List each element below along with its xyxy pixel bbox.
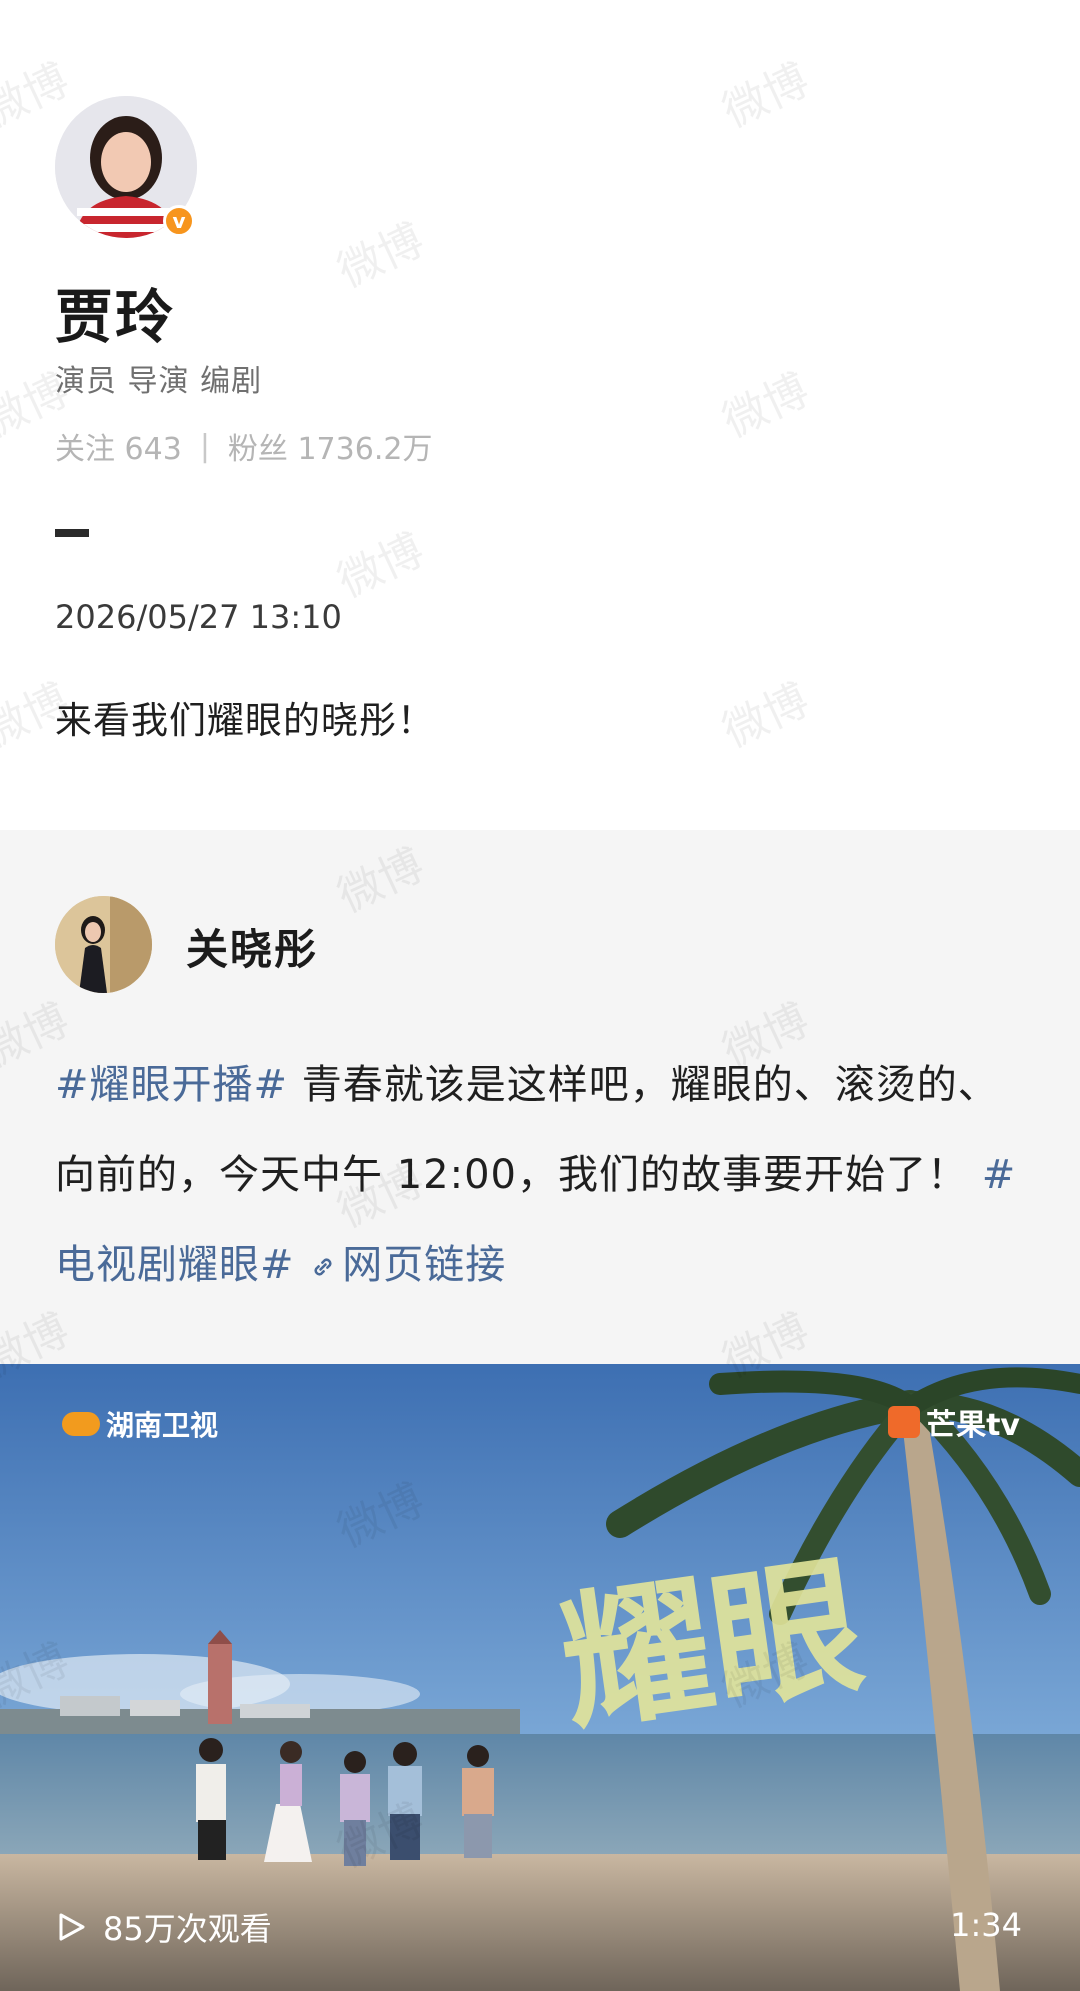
- mango-tv-logo-icon: [888, 1406, 921, 1438]
- watermark: 微博: [0, 54, 77, 138]
- video-views: 85万次观看: [103, 1910, 272, 1948]
- followers-label: 粉丝: [227, 432, 288, 467]
- followers-count: 1736.2万: [297, 432, 433, 467]
- hunan-tv-logo-text: 湖南卫视: [106, 1409, 219, 1442]
- video-duration: 1:34: [950, 1906, 1022, 1944]
- following-label: 关注: [55, 432, 115, 467]
- post-text: 来看我们耀眼的晓彤！: [55, 699, 435, 742]
- watermark: 微博: [715, 364, 817, 448]
- play-icon[interactable]: [55, 1911, 87, 1943]
- web-link[interactable]: 网页链接: [308, 1242, 506, 1288]
- watermark: 微博: [715, 674, 817, 758]
- video-title-art: 耀眼: [551, 1538, 873, 1753]
- watermark: 微博: [330, 524, 432, 608]
- hunan-tv-logo: 湖南卫视: [62, 1404, 218, 1444]
- video-player[interactable]: 耀眼 湖南卫视 芒果tv 85万次观看 1:34: [0, 1364, 1080, 1991]
- repost-body: #耀眼开播# 青春就该是这样吧，耀眼的、滚烫的、向前的，今天中午 12:00，我…: [55, 1040, 1030, 1310]
- mango-tv-logo-text: 芒果tv: [926, 1408, 1020, 1443]
- following-count: 643: [124, 432, 182, 467]
- post-timestamp: 2026/05/27 13:10: [55, 598, 342, 636]
- profile-name[interactable]: 贾玲: [55, 270, 175, 354]
- repost-card[interactable]: 关晓彤 #耀眼开播# 青春就该是这样吧，耀眼的、滚烫的、向前的，今天中午 12:…: [0, 830, 1080, 1991]
- section-divider-mark: [55, 529, 89, 537]
- watermark: 微博: [330, 214, 432, 298]
- repost-author-avatar[interactable]: [55, 896, 152, 993]
- topic-link-1[interactable]: #耀眼开播#: [55, 1062, 288, 1108]
- hunan-tv-logo-icon: [62, 1412, 100, 1436]
- repost-avatar-image: [55, 896, 152, 993]
- mango-tv-logo: 芒果tv: [888, 1400, 1020, 1444]
- video-thumbnail: [0, 1364, 1080, 1991]
- repost-author-name[interactable]: 关晓彤: [186, 916, 318, 977]
- video-play-row[interactable]: 85万次观看: [55, 1904, 272, 1950]
- profile-bio: 演员 导演 编剧: [55, 364, 263, 399]
- stats-divider: |: [199, 428, 210, 464]
- web-link-label: 网页链接: [342, 1242, 507, 1288]
- following-stat[interactable]: 关注 643: [55, 424, 182, 468]
- profile-stats: 关注 643 | 粉丝 1736.2万: [55, 424, 432, 468]
- followers-stat[interactable]: 粉丝 1736.2万: [228, 424, 433, 468]
- link-icon: [314, 1258, 332, 1276]
- watermark: 微博: [715, 54, 817, 138]
- verified-badge-icon: v: [163, 205, 195, 237]
